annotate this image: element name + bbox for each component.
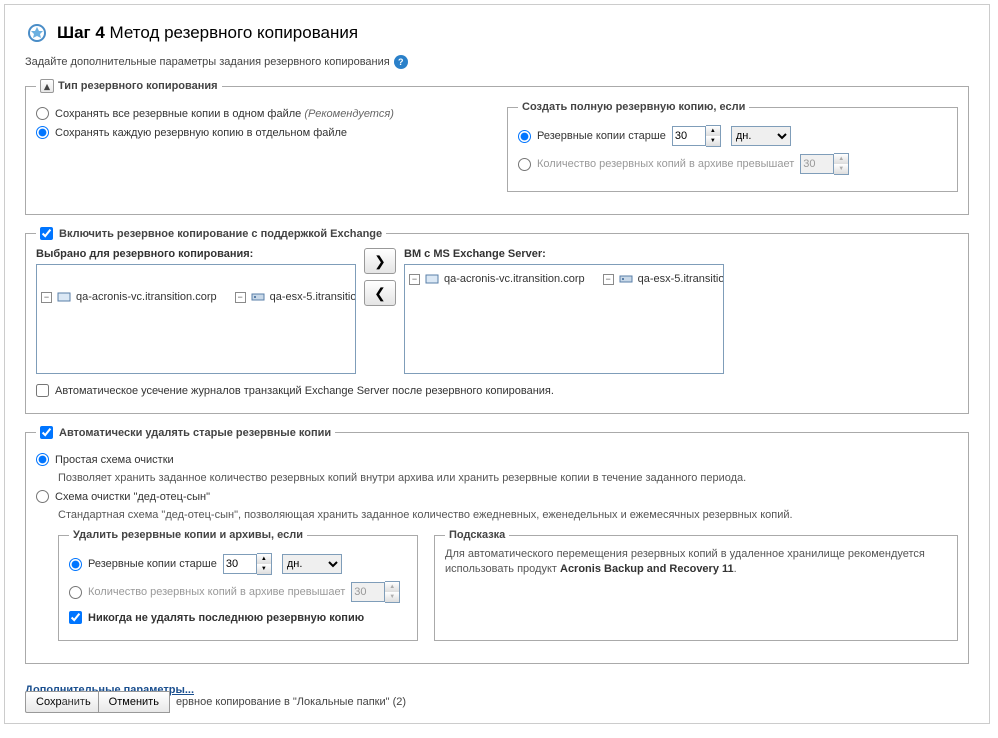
select-unit-days[interactable]: дн. xyxy=(731,126,791,146)
cleanup-group: Автоматически удалять старые резервные к… xyxy=(25,426,969,664)
spin-down[interactable]: ▼ xyxy=(257,564,271,574)
host-icon xyxy=(251,291,265,303)
backup-type-group: ▴ Тип резервного копирования Сохранять в… xyxy=(25,79,969,215)
bottom-status-text2: ервное копирование в "Локальные папки" (… xyxy=(176,696,406,708)
radio-delete-older[interactable] xyxy=(69,558,82,571)
label-truncate-logs[interactable]: Автоматическое усечение журналов транзак… xyxy=(55,385,554,397)
radio-single-file[interactable] xyxy=(36,107,49,120)
tree-right[interactable]: − qa-acronis-vc.itransition.corp − qa-esx-… xyxy=(404,264,724,374)
datacenter-icon xyxy=(57,291,71,303)
hint-text: Для автоматического перемещения резервны… xyxy=(445,547,947,578)
tree-item[interactable]: qa-acronis-vc.itransition.corp xyxy=(74,291,219,303)
exchange-group: Включить резервное копирование с поддерж… xyxy=(25,227,969,414)
tree-item[interactable]: qa-esx-5.itransition.corp xyxy=(636,273,724,285)
hint-legend: Подсказка xyxy=(445,529,509,541)
move-right-button[interactable]: ❯ xyxy=(364,248,396,274)
spin-up-disabled: ▲ xyxy=(834,154,848,164)
radio-simple-scheme[interactable] xyxy=(36,453,49,466)
full-backup-legend: Создать полную резервную копию, если xyxy=(518,101,749,113)
vm-exchange-label: ВМ с MS Exchange Server: xyxy=(404,248,724,260)
page-subtitle: Задайте дополнительные параметры задания… xyxy=(25,56,390,68)
radio-delete-count[interactable] xyxy=(69,586,82,599)
collapse-toggle[interactable]: ▴ xyxy=(40,79,54,93)
label-delete-older[interactable]: Резервные копии старше xyxy=(88,558,217,570)
expander-icon[interactable]: − xyxy=(603,274,614,285)
label-gfs-scheme[interactable]: Схема очистки "дед-отец-сын" xyxy=(55,491,210,503)
input-delete-days[interactable] xyxy=(223,554,257,574)
spin-up-disabled: ▲ xyxy=(385,582,399,592)
host-icon xyxy=(619,273,633,285)
input-delete-count xyxy=(351,582,385,602)
checkbox-exchange-enable[interactable] xyxy=(40,227,53,240)
radio-count-exceeds[interactable] xyxy=(518,158,531,171)
backup-type-legend: Тип резервного копирования xyxy=(58,80,218,92)
expander-icon[interactable]: − xyxy=(235,292,246,303)
label-delete-count[interactable]: Количество резервных копий в архиве прев… xyxy=(88,586,345,598)
label-simple-scheme[interactable]: Простая схема очистки xyxy=(55,454,174,466)
spin-down-disabled: ▼ xyxy=(385,592,399,602)
datacenter-icon xyxy=(425,273,439,285)
exchange-legend: Включить резервное копирование с поддерж… xyxy=(59,228,382,240)
simple-scheme-desc: Позволяет хранить заданное количество ре… xyxy=(58,472,958,484)
spin-up[interactable]: ▲ xyxy=(257,554,271,564)
expander-icon[interactable]: − xyxy=(41,292,52,303)
checkbox-never-delete-last[interactable] xyxy=(69,611,82,624)
label-single-file[interactable]: Сохранять все резервные копии в одном фа… xyxy=(55,108,394,120)
checkbox-auto-cleanup[interactable] xyxy=(40,426,53,439)
select-delete-unit[interactable]: дн. xyxy=(282,554,342,574)
delete-conditions-group: Удалить резервные копии и архивы, если Р… xyxy=(58,529,418,641)
selected-for-backup-label: Выбрано для резервного копирования: xyxy=(36,248,356,260)
gfs-scheme-desc: Стандартная схема "дед-отец-сын", позвол… xyxy=(58,509,958,521)
hint-group: Подсказка Для автоматического перемещени… xyxy=(434,529,958,641)
tree-item[interactable]: qa-esx-5.itransition.corp xyxy=(268,291,356,303)
delete-conditions-legend: Удалить резервные копии и архивы, если xyxy=(69,529,307,541)
label-older-than[interactable]: Резервные копии старше xyxy=(537,130,666,142)
full-backup-group: Создать полную резервную копию, если Рез… xyxy=(507,101,958,192)
label-separate-files[interactable]: Сохранять каждую резервную копию в отдел… xyxy=(55,127,347,139)
wizard-icon xyxy=(25,21,49,45)
radio-older-than[interactable] xyxy=(518,130,531,143)
page-title: Шаг 4 Метод резервного копирования xyxy=(57,23,358,43)
label-never-delete-last[interactable]: Никогда не удалять последнюю резервную к… xyxy=(88,612,364,624)
tree-left[interactable]: − qa-acronis-vc.itransition.corp − qa-esx-… xyxy=(36,264,356,374)
radio-separate-files[interactable] xyxy=(36,126,49,139)
tree-item[interactable]: qa-acronis-vc.itransition.corp xyxy=(442,273,587,285)
save-button[interactable]: Сохранить xyxy=(25,691,102,713)
input-older-days[interactable] xyxy=(672,126,706,146)
spin-down[interactable]: ▼ xyxy=(706,136,720,146)
label-count-exceeds[interactable]: Количество резервных копий в архиве прев… xyxy=(537,158,794,170)
radio-gfs-scheme[interactable] xyxy=(36,490,49,503)
cancel-button[interactable]: Отменить xyxy=(98,691,170,713)
cleanup-legend: Автоматически удалять старые резервные к… xyxy=(59,427,331,439)
input-count-exceeds xyxy=(800,154,834,174)
checkbox-truncate-logs[interactable] xyxy=(36,384,49,397)
move-left-button[interactable]: ❮ xyxy=(364,280,396,306)
expander-icon[interactable]: − xyxy=(409,274,420,285)
spin-down-disabled: ▼ xyxy=(834,164,848,174)
help-icon[interactable]: ? xyxy=(394,55,408,69)
spin-up[interactable]: ▲ xyxy=(706,126,720,136)
